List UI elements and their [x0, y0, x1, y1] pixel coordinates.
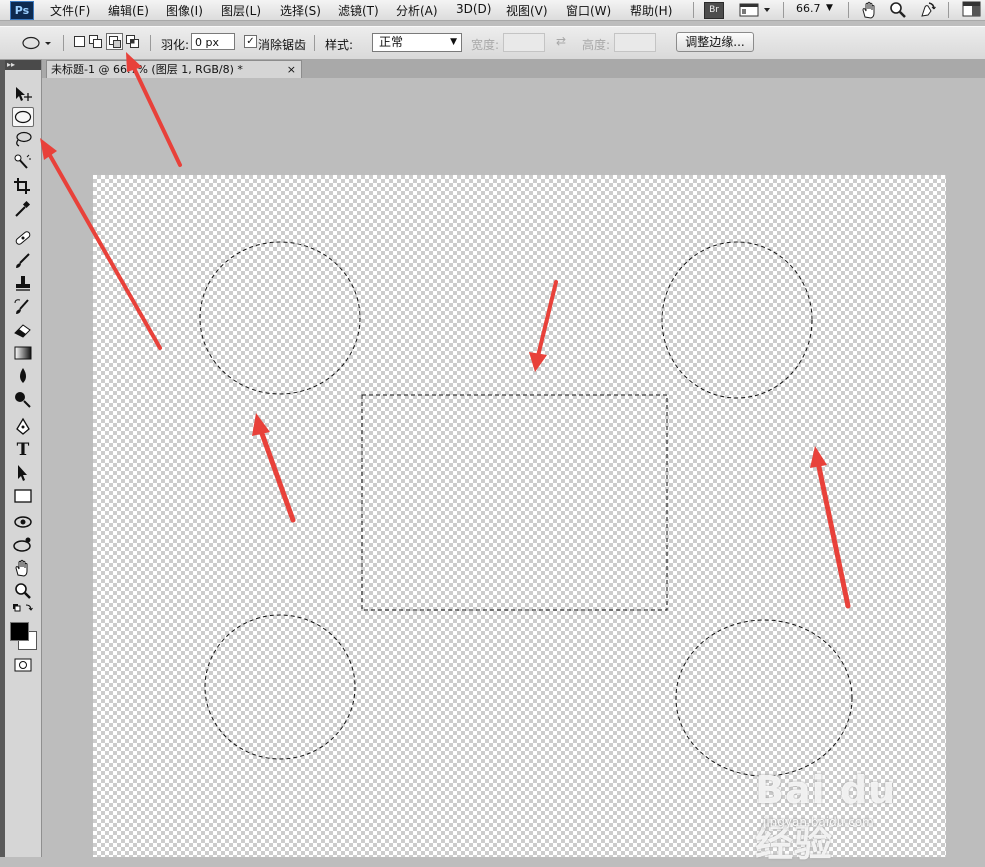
bridge-button[interactable]: Br	[704, 2, 724, 19]
style-label: 样式:	[325, 38, 354, 52]
menu-separator	[948, 2, 949, 18]
rotate-view-icon[interactable]	[918, 1, 936, 19]
style-select[interactable]: 正常 ▼	[372, 33, 462, 52]
screen-layout-button[interactable]	[738, 2, 774, 18]
lasso-tool-icon[interactable]	[12, 130, 34, 150]
annotation-arrowhead	[40, 138, 57, 160]
swap-dimensions-icon: ⇄	[556, 34, 567, 48]
menu-image[interactable]: 图像(I)	[166, 2, 203, 19]
feather-label: 羽化:	[161, 38, 190, 52]
document-tab-title: 未标题-1 @ 66.7% (图层 1, RGB/8) *	[51, 63, 243, 76]
quick-selection-tool-icon[interactable]	[12, 153, 34, 173]
zoom-tool-icon[interactable]	[889, 1, 907, 19]
menu-view[interactable]: 视图(V)	[506, 2, 548, 19]
3d-rotate-tool-icon[interactable]	[12, 512, 34, 532]
width-input	[503, 33, 545, 52]
antialias-checkbox[interactable]: ✓	[244, 35, 257, 48]
options-separator	[314, 35, 315, 51]
eyedropper-tool-icon[interactable]	[12, 199, 34, 219]
intersect-selection-icon[interactable]	[126, 35, 139, 48]
history-brush-tool-icon[interactable]	[12, 297, 34, 317]
photoshop-logo: Ps	[10, 1, 34, 20]
options-bar: 羽化: 0 px ✓ 消除锯齿 样式: 正常 ▼ 宽度: ⇄ 高度: 调整边缘.…	[0, 26, 985, 60]
quick-mask-icon[interactable]	[12, 655, 34, 675]
options-separator	[150, 35, 151, 51]
dodge-tool-icon[interactable]	[12, 389, 34, 409]
subtract-from-selection-icon[interactable]	[106, 33, 123, 50]
menu-layer[interactable]: 图层(L)	[221, 2, 261, 19]
hand-tool-icon[interactable]	[860, 1, 878, 19]
blur-tool-icon[interactable]	[12, 366, 34, 386]
height-input	[614, 33, 656, 52]
menu-3d[interactable]: 3D(D)	[456, 2, 491, 16]
new-selection-icon[interactable]	[73, 35, 86, 48]
menu-edit[interactable]: 编辑(E)	[108, 2, 149, 19]
chevron-down-icon: ▼	[450, 37, 457, 47]
gradient-tool-icon[interactable]	[12, 343, 34, 363]
pen-tool-icon[interactable]	[12, 417, 34, 437]
layout-icon	[739, 3, 770, 17]
menu-window[interactable]: 窗口(W)	[566, 2, 611, 19]
path-selection-tool-icon[interactable]	[12, 463, 34, 483]
tool-preset-picker[interactable]	[20, 34, 52, 52]
move-tool-icon[interactable]	[12, 84, 34, 104]
zoom-level[interactable]: 66.7	[796, 2, 821, 15]
zoom-tool-icon[interactable]	[12, 581, 34, 601]
menu-file[interactable]: 文件(F)	[50, 2, 90, 19]
height-label: 高度:	[582, 38, 611, 52]
zoom-dropdown-icon[interactable]: ▼	[826, 3, 833, 13]
color-swatches[interactable]	[10, 622, 37, 650]
canvas[interactable]	[93, 175, 946, 857]
panels-toggle-icon[interactable]	[962, 1, 982, 18]
brush-tool-icon[interactable]	[12, 251, 34, 271]
feather-input[interactable]: 0 px	[191, 33, 235, 50]
elliptical-marquee-tool-icon[interactable]	[12, 107, 34, 127]
rectangle-tool-icon[interactable]	[12, 486, 34, 506]
foreground-color-swatch[interactable]	[10, 622, 29, 641]
document-tab[interactable]: 未标题-1 @ 66.7% (图层 1, RGB/8) * ×	[46, 60, 302, 78]
add-to-selection-icon[interactable]	[89, 35, 102, 48]
toolbox: ▸▸ T	[5, 60, 42, 857]
options-separator	[63, 35, 64, 51]
menu-separator	[848, 2, 849, 18]
refine-edge-button[interactable]: 调整边缘...	[676, 32, 754, 52]
menu-analysis[interactable]: 分析(A)	[396, 2, 438, 19]
hand-tool-icon[interactable]	[12, 558, 34, 578]
3d-orbit-tool-icon[interactable]	[12, 535, 34, 555]
width-label: 宽度:	[471, 38, 500, 52]
type-tool-icon[interactable]: T	[12, 440, 34, 460]
menu-filter[interactable]: 滤镜(T)	[338, 2, 379, 19]
antialias-label: 消除锯齿	[258, 38, 307, 52]
crop-tool-icon[interactable]	[12, 176, 34, 196]
menu-help[interactable]: 帮助(H)	[630, 2, 672, 19]
document-tab-strip: 未标题-1 @ 66.7% (图层 1, RGB/8) * ×	[42, 59, 985, 78]
close-icon[interactable]: ×	[287, 61, 296, 78]
default-colors-icon[interactable]	[12, 603, 34, 617]
menu-bar: Ps 文件(F) 编辑(E) 图像(I) 图层(L) 选择(S) 滤镜(T) 分…	[0, 0, 985, 21]
healing-brush-tool-icon[interactable]	[12, 228, 34, 248]
annotation-arrow	[131, 64, 182, 167]
menu-separator	[693, 2, 694, 18]
ellipse-preset-icon	[22, 36, 51, 50]
menu-separator	[783, 2, 784, 18]
toolbox-collapse-icon[interactable]: ▸▸	[5, 60, 41, 70]
clone-stamp-tool-icon[interactable]	[12, 274, 34, 294]
style-value: 正常	[379, 35, 404, 49]
menu-select[interactable]: 选择(S)	[280, 2, 321, 19]
eraser-tool-icon[interactable]	[12, 320, 34, 340]
